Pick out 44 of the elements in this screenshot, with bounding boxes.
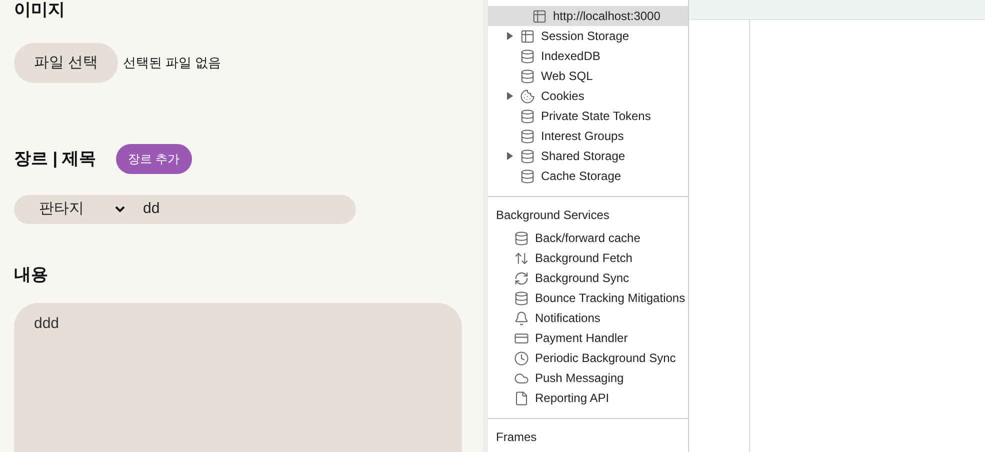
tree-item[interactable]: Reporting API — [488, 388, 688, 408]
chevron-down-icon — [115, 206, 125, 213]
content-textarea[interactable]: ddd — [14, 303, 462, 452]
database-icon — [520, 148, 535, 164]
database-icon — [520, 128, 535, 144]
tree-item[interactable]: Background Fetch — [488, 248, 688, 268]
tree-item[interactable]: http://localhost:3000 — [488, 6, 688, 26]
tree-item[interactable]: Periodic Background Sync — [488, 348, 688, 368]
genre-select[interactable]: 판타지 — [14, 198, 143, 221]
card-icon — [514, 330, 529, 346]
tree-item[interactable]: Background Sync — [488, 268, 688, 288]
database-icon — [520, 68, 535, 84]
section-heading: 장르 | 제목 — [14, 148, 96, 170]
clock-icon — [514, 350, 529, 366]
add-genre-button[interactable]: 장르 추가 — [116, 144, 192, 174]
tree-item[interactable]: Back/forward cache — [488, 228, 688, 248]
table-icon — [520, 28, 535, 44]
table-icon — [532, 8, 547, 24]
section-heading: 이미지 — [14, 0, 66, 20]
expand-arrow-icon[interactable] — [507, 92, 513, 100]
section-title: Background Services — [495, 207, 610, 224]
title-input[interactable]: dd — [143, 198, 160, 221]
bell-icon — [514, 310, 529, 326]
arrows-icon — [514, 250, 529, 266]
expand-arrow-icon[interactable] — [507, 152, 513, 160]
file-button[interactable]: 파일 선택 — [14, 43, 118, 83]
database-icon — [514, 230, 529, 246]
database-icon — [520, 168, 535, 184]
file-status: 선택된 파일 없음 — [123, 54, 222, 72]
database-icon — [520, 108, 535, 124]
scrollbar[interactable] — [483, 0, 488, 452]
sync-icon — [514, 270, 529, 286]
tree-item[interactable]: Payment Handler — [488, 328, 688, 348]
section-title: Frames — [495, 429, 538, 446]
tree-item[interactable]: Push Messaging — [488, 368, 688, 388]
cloud-icon — [514, 370, 529, 386]
cookie-icon — [520, 88, 535, 104]
database-icon — [514, 290, 529, 306]
expand-arrow-icon[interactable] — [507, 32, 513, 40]
file-icon — [514, 390, 529, 406]
tree-item[interactable]: Notifications — [488, 308, 688, 328]
section-heading: 내용 — [14, 264, 49, 286]
database-icon — [520, 48, 535, 64]
tree-item[interactable]: Bounce Tracking Mitigations — [488, 288, 688, 308]
